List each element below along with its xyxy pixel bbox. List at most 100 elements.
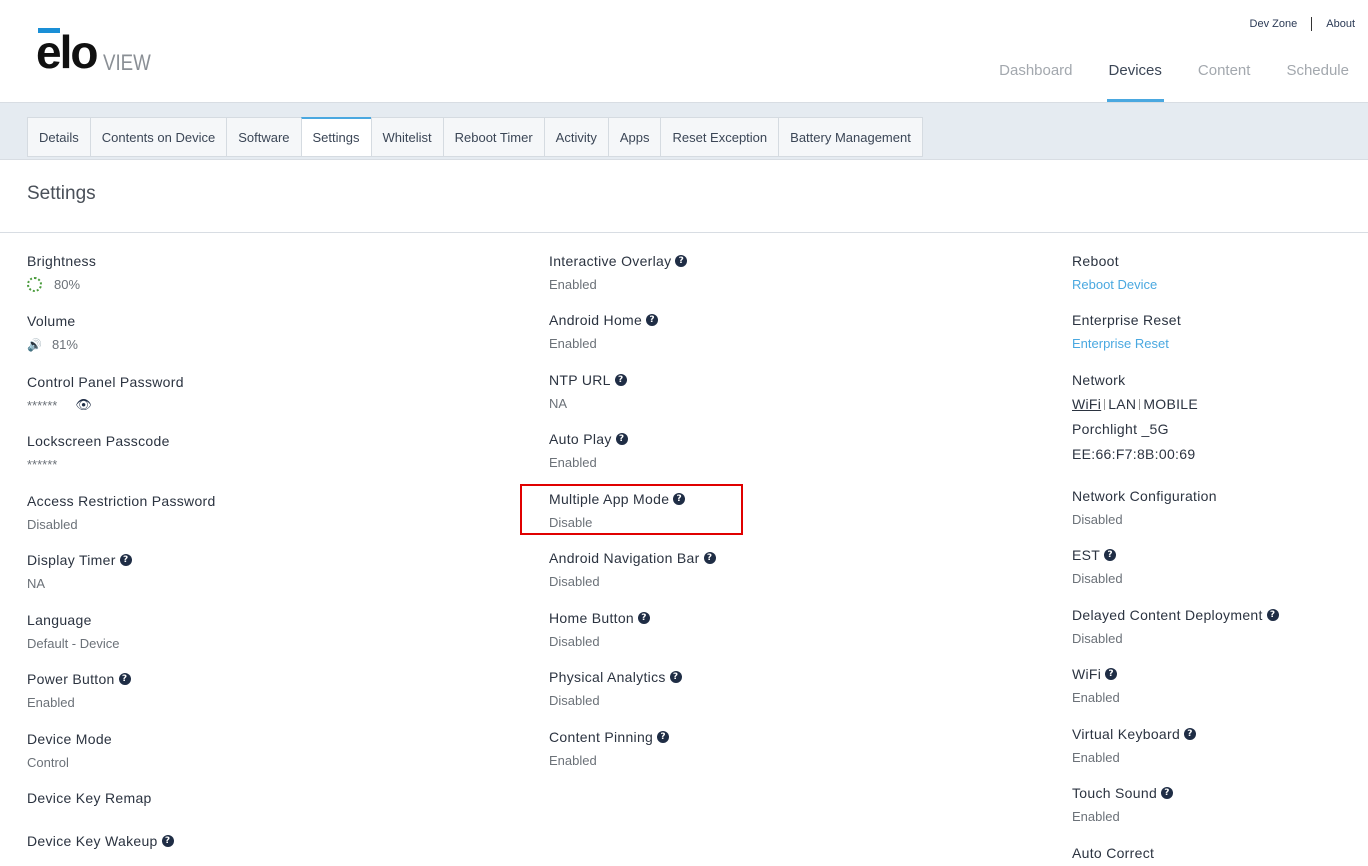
about-link[interactable]: About xyxy=(1312,18,1355,30)
help-icon[interactable]: ? xyxy=(1266,609,1279,621)
help-icon[interactable]: ? xyxy=(1184,728,1197,740)
setting-virtual-keyboard: Virtual Keyboard? Enabled xyxy=(1072,726,1197,765)
help-icon[interactable]: ? xyxy=(669,671,682,683)
tab-activity[interactable]: Activity xyxy=(543,117,608,157)
nav-devices[interactable]: Devices xyxy=(1106,62,1165,102)
show-password-eye-icon[interactable]: 👁 xyxy=(75,398,92,413)
reboot-device-link[interactable]: Reboot Device xyxy=(1072,277,1157,292)
setting-value: Disabled xyxy=(549,634,600,649)
setting-value: Enabled xyxy=(549,753,597,768)
nav-content[interactable]: Content xyxy=(1198,62,1251,102)
tab-battery-management[interactable]: Battery Management xyxy=(778,117,923,157)
setting-label: Network Configuration xyxy=(1072,488,1217,504)
setting-label: Volume xyxy=(27,313,76,329)
tab-software[interactable]: Software xyxy=(226,117,301,157)
setting-home-button: Home Button? Disabled xyxy=(549,610,651,649)
help-icon[interactable]: ? xyxy=(161,835,174,847)
help-icon[interactable]: ? xyxy=(1105,668,1118,680)
setting-label-row: Android Navigation Bar? xyxy=(549,550,716,566)
enterprise-reset-link[interactable]: Enterprise Reset xyxy=(1072,336,1181,351)
setting-volume: Volume 🔊 81% xyxy=(27,313,78,352)
network-mobile-option[interactable]: MOBILE xyxy=(1143,396,1198,412)
setting-label: Content Pinning xyxy=(549,729,654,745)
help-icon[interactable]: ? xyxy=(1161,787,1174,799)
setting-label: Physical Analytics xyxy=(549,669,666,685)
setting-label: Lockscreen Passcode xyxy=(27,433,170,449)
setting-label: EST xyxy=(1072,547,1101,563)
network-lan-option[interactable]: LAN xyxy=(1108,396,1136,412)
setting-label-row: Power Button? xyxy=(27,671,131,687)
setting-value: Enabled xyxy=(549,455,597,470)
tab-apps[interactable]: Apps xyxy=(607,117,661,157)
setting-value: Disabled xyxy=(1072,631,1123,646)
tab-reset-exception[interactable]: Reset Exception xyxy=(660,117,779,157)
network-type-selector: WiFi LAN MOBILE xyxy=(1072,396,1198,412)
nav-schedule[interactable]: Schedule xyxy=(1286,62,1349,102)
setting-label-row: Auto Play? xyxy=(549,431,628,447)
setting-label: Access Restriction Password xyxy=(27,493,216,509)
setting-label-row: Home Button? xyxy=(549,610,651,626)
setting-value: Enabled xyxy=(549,277,597,292)
dev-zone-link[interactable]: Dev Zone xyxy=(1236,18,1312,30)
setting-label: Interactive Overlay xyxy=(549,253,672,269)
setting-label: Power Button xyxy=(27,671,115,687)
setting-value: NA xyxy=(549,396,568,411)
setting-label-row: WiFi? xyxy=(1072,666,1120,682)
setting-android-home: Android Home? Enabled xyxy=(549,312,659,351)
help-icon[interactable]: ? xyxy=(703,552,716,564)
help-icon[interactable]: ? xyxy=(675,255,688,267)
setting-value: Disabled xyxy=(549,693,600,708)
setting-value: Enabled xyxy=(1072,750,1120,765)
speaker-icon[interactable]: 🔊 xyxy=(27,338,42,352)
help-icon[interactable]: ? xyxy=(657,731,670,743)
setting-delayed-content-deployment: Delayed Content Deployment? Disabled xyxy=(1072,607,1279,646)
password-mask: ****** xyxy=(27,398,58,413)
setting-label-row: Android Home? xyxy=(549,312,659,328)
setting-label: WiFi xyxy=(1072,666,1102,682)
help-icon[interactable]: ? xyxy=(118,673,131,685)
setting-label: Display Timer xyxy=(27,552,116,568)
setting-label-row: Device Key Wakeup? xyxy=(27,833,174,849)
help-icon[interactable]: ? xyxy=(119,554,132,566)
help-icon[interactable]: ? xyxy=(1104,549,1117,561)
tab-whitelist[interactable]: Whitelist xyxy=(370,117,443,157)
setting-label: Auto Correct xyxy=(1072,845,1155,861)
tab-details[interactable]: Details xyxy=(27,117,90,157)
setting-value: Disabled xyxy=(27,517,78,532)
volume-value: 81% xyxy=(51,337,78,352)
setting-control-panel-password: Control Panel Password ****** 👁 xyxy=(27,374,184,413)
setting-value: Enabled xyxy=(1072,690,1120,705)
help-icon[interactable]: ? xyxy=(646,314,659,326)
help-icon[interactable]: ? xyxy=(615,433,628,445)
setting-language: Language Default - Device xyxy=(27,612,119,651)
setting-label-row: EST? xyxy=(1072,547,1123,563)
help-icon[interactable]: ? xyxy=(638,612,651,624)
title-divider xyxy=(0,232,1368,233)
setting-value: Disabled xyxy=(1072,571,1123,586)
tab-reboot-timer[interactable]: Reboot Timer xyxy=(442,117,544,157)
network-wifi-option[interactable]: WiFi xyxy=(1072,396,1101,412)
brightness-gear-icon[interactable] xyxy=(27,277,42,292)
setting-value: NA xyxy=(27,576,46,591)
setting-interactive-overlay: Interactive Overlay? Enabled xyxy=(549,253,688,292)
setting-android-navigation-bar: Android Navigation Bar? Disabled xyxy=(549,550,716,589)
nav-dashboard[interactable]: Dashboard xyxy=(999,62,1072,102)
setting-value: Default - Device xyxy=(27,636,120,651)
setting-label: Android Home xyxy=(549,312,643,328)
setting-label: Enterprise Reset xyxy=(1072,312,1182,328)
help-icon[interactable]: ? xyxy=(614,374,627,386)
tab-contents-on-device[interactable]: Contents on Device xyxy=(89,117,227,157)
setting-label-row: Delayed Content Deployment? xyxy=(1072,607,1279,623)
setting-value: ****** xyxy=(27,457,58,472)
setting-label-row: Display Timer? xyxy=(27,552,132,568)
setting-label: Delayed Content Deployment xyxy=(1072,607,1263,623)
logo-elo-text: elo xyxy=(36,26,98,78)
tab-settings[interactable]: Settings xyxy=(300,117,371,157)
password-value-row: ****** 👁 xyxy=(27,398,184,413)
setting-device-key-remap: Device Key Remap xyxy=(27,790,152,806)
main-nav: Dashboard Devices Content Schedule xyxy=(963,62,1349,102)
setting-touch-sound: Touch Sound? Enabled xyxy=(1072,785,1174,824)
setting-value: Enabled xyxy=(1072,809,1120,824)
setting-physical-analytics: Physical Analytics? Disabled xyxy=(549,669,682,708)
setting-network-configuration: Network Configuration Disabled xyxy=(1072,488,1217,527)
